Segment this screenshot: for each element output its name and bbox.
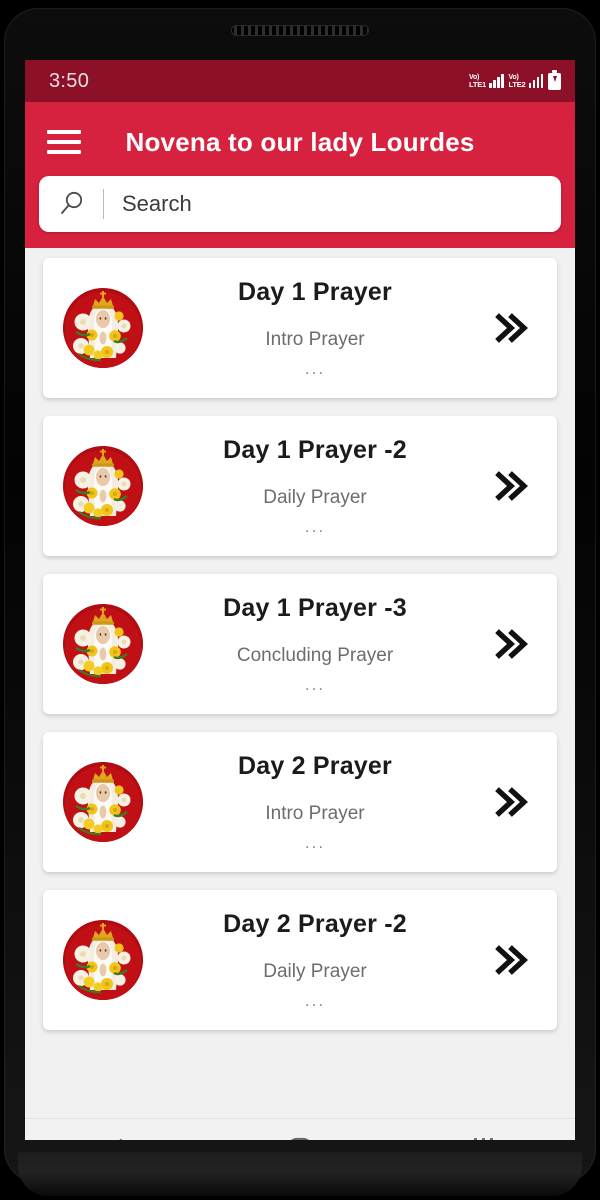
signal-bars-icon — [528, 74, 543, 89]
prayer-card-ellipsis: ... — [304, 832, 326, 852]
prayer-card-text: Day 2 Prayer Intro Prayer... — [143, 752, 487, 853]
prayer-card-ellipsis: ... — [304, 358, 326, 378]
prayer-card-ellipsis: ... — [304, 990, 326, 1010]
double-chevron-right-icon[interactable] — [487, 938, 531, 982]
double-chevron-right-icon[interactable] — [487, 464, 531, 508]
status-icons-group: Vo) LTE1 Vo) LTE2 — [469, 70, 561, 90]
search-container — [25, 168, 575, 248]
our-lady-of-lourdes-image — [63, 288, 143, 368]
recents-bars-icon[interactable] — [443, 1123, 523, 1140]
app-bar: Novena to our lady Lourdes — [25, 102, 575, 248]
double-chevron-right-icon[interactable] — [487, 780, 531, 824]
double-chevron-right-icon[interactable] — [487, 622, 531, 666]
prayer-card[interactable]: Day 1 Prayer Intro Prayer... — [43, 258, 557, 398]
sim1-indicator: Vo) LTE1 — [469, 74, 504, 89]
prayer-card-text: Day 1 Prayer -2 Daily Prayer... — [143, 436, 487, 537]
prayer-card-ellipsis: ... — [304, 674, 326, 694]
prayer-card-title: Day 1 Prayer -2 — [223, 435, 407, 464]
phone-bottom-chin — [18, 1152, 582, 1196]
our-lady-of-lourdes-image — [63, 604, 143, 684]
our-lady-of-lourdes-image — [63, 762, 143, 842]
our-lady-of-lourdes-image — [63, 920, 143, 1000]
volte1-label: Vo) LTE1 — [469, 74, 486, 89]
hamburger-menu-icon[interactable] — [47, 130, 81, 154]
prayer-card-subtitle: Concluding Prayer — [236, 644, 394, 666]
battery-charging-icon — [548, 70, 561, 90]
prayer-card-text: Day 2 Prayer -2 Daily Prayer... — [143, 910, 487, 1011]
prayer-card-title: Day 2 Prayer — [238, 751, 392, 780]
our-lady-of-lourdes-image — [63, 446, 143, 526]
search-input[interactable] — [122, 191, 543, 217]
prayer-card[interactable]: Day 2 Prayer Intro Prayer... — [43, 732, 557, 872]
search-bar[interactable] — [39, 176, 561, 232]
android-navigation-bar — [25, 1118, 575, 1140]
prayer-card-subtitle: Daily Prayer — [263, 486, 367, 508]
status-clock: 3:50 — [49, 69, 90, 92]
our-lady-of-lourdes-image — [63, 920, 143, 1000]
prayer-card-title: Day 1 Prayer — [238, 277, 392, 306]
double-chevron-right-icon — [495, 629, 528, 659]
phone-device-frame: 3:50 Vo) LTE1 Vo) LTE2 Novena to our lad… — [0, 0, 600, 1200]
our-lady-of-lourdes-image — [63, 288, 143, 368]
home-squircle-icon[interactable] — [260, 1123, 340, 1140]
prayer-card-text: Day 1 Prayer Intro Prayer... — [143, 278, 487, 379]
our-lady-of-lourdes-image — [63, 604, 143, 684]
search-divider — [103, 189, 104, 219]
prayer-card-text: Day 1 Prayer -3 Concluding Prayer... — [143, 594, 487, 695]
status-bar: 3:50 Vo) LTE1 Vo) LTE2 — [25, 60, 575, 102]
prayer-card[interactable]: Day 1 Prayer -2 Daily Prayer... — [43, 416, 557, 556]
our-lady-of-lourdes-image — [63, 762, 143, 842]
double-chevron-right-icon — [495, 313, 528, 343]
app-bar-row: Novena to our lady Lourdes — [25, 116, 575, 168]
double-chevron-right-icon — [495, 945, 528, 975]
earpiece-speaker-grille — [231, 25, 369, 36]
prayer-card-title: Day 2 Prayer -2 — [223, 909, 407, 938]
magnifier-icon — [57, 189, 87, 219]
volte2-label: Vo) LTE2 — [509, 74, 526, 89]
sim2-indicator: Vo) LTE2 — [509, 74, 543, 89]
back-chevron-icon[interactable] — [77, 1123, 157, 1140]
prayer-card-subtitle: Intro Prayer — [265, 328, 365, 350]
device-screen: 3:50 Vo) LTE1 Vo) LTE2 Novena to our lad… — [25, 60, 575, 1140]
our-lady-of-lourdes-image — [63, 446, 143, 526]
prayer-card-ellipsis: ... — [304, 516, 326, 536]
prayer-card-title: Day 1 Prayer -3 — [223, 593, 407, 622]
prayer-card[interactable]: Day 2 Prayer -2 Daily Prayer... — [43, 890, 557, 1030]
signal-bars-icon — [489, 74, 504, 89]
volte1-bottom-text: LTE1 — [469, 79, 487, 89]
page-title: Novena to our lady Lourdes — [125, 126, 475, 157]
double-chevron-right-icon — [495, 471, 528, 501]
prayer-list[interactable]: Day 1 Prayer Intro Prayer... Day 1 Praye… — [25, 248, 575, 1118]
volte2-bottom-text: LTE2 — [508, 79, 526, 89]
double-chevron-right-icon — [495, 787, 528, 817]
prayer-card[interactable]: Day 1 Prayer -3 Concluding Prayer... — [43, 574, 557, 714]
prayer-card-subtitle: Intro Prayer — [265, 802, 365, 824]
double-chevron-right-icon[interactable] — [487, 306, 531, 350]
prayer-card-subtitle: Daily Prayer — [263, 960, 367, 982]
